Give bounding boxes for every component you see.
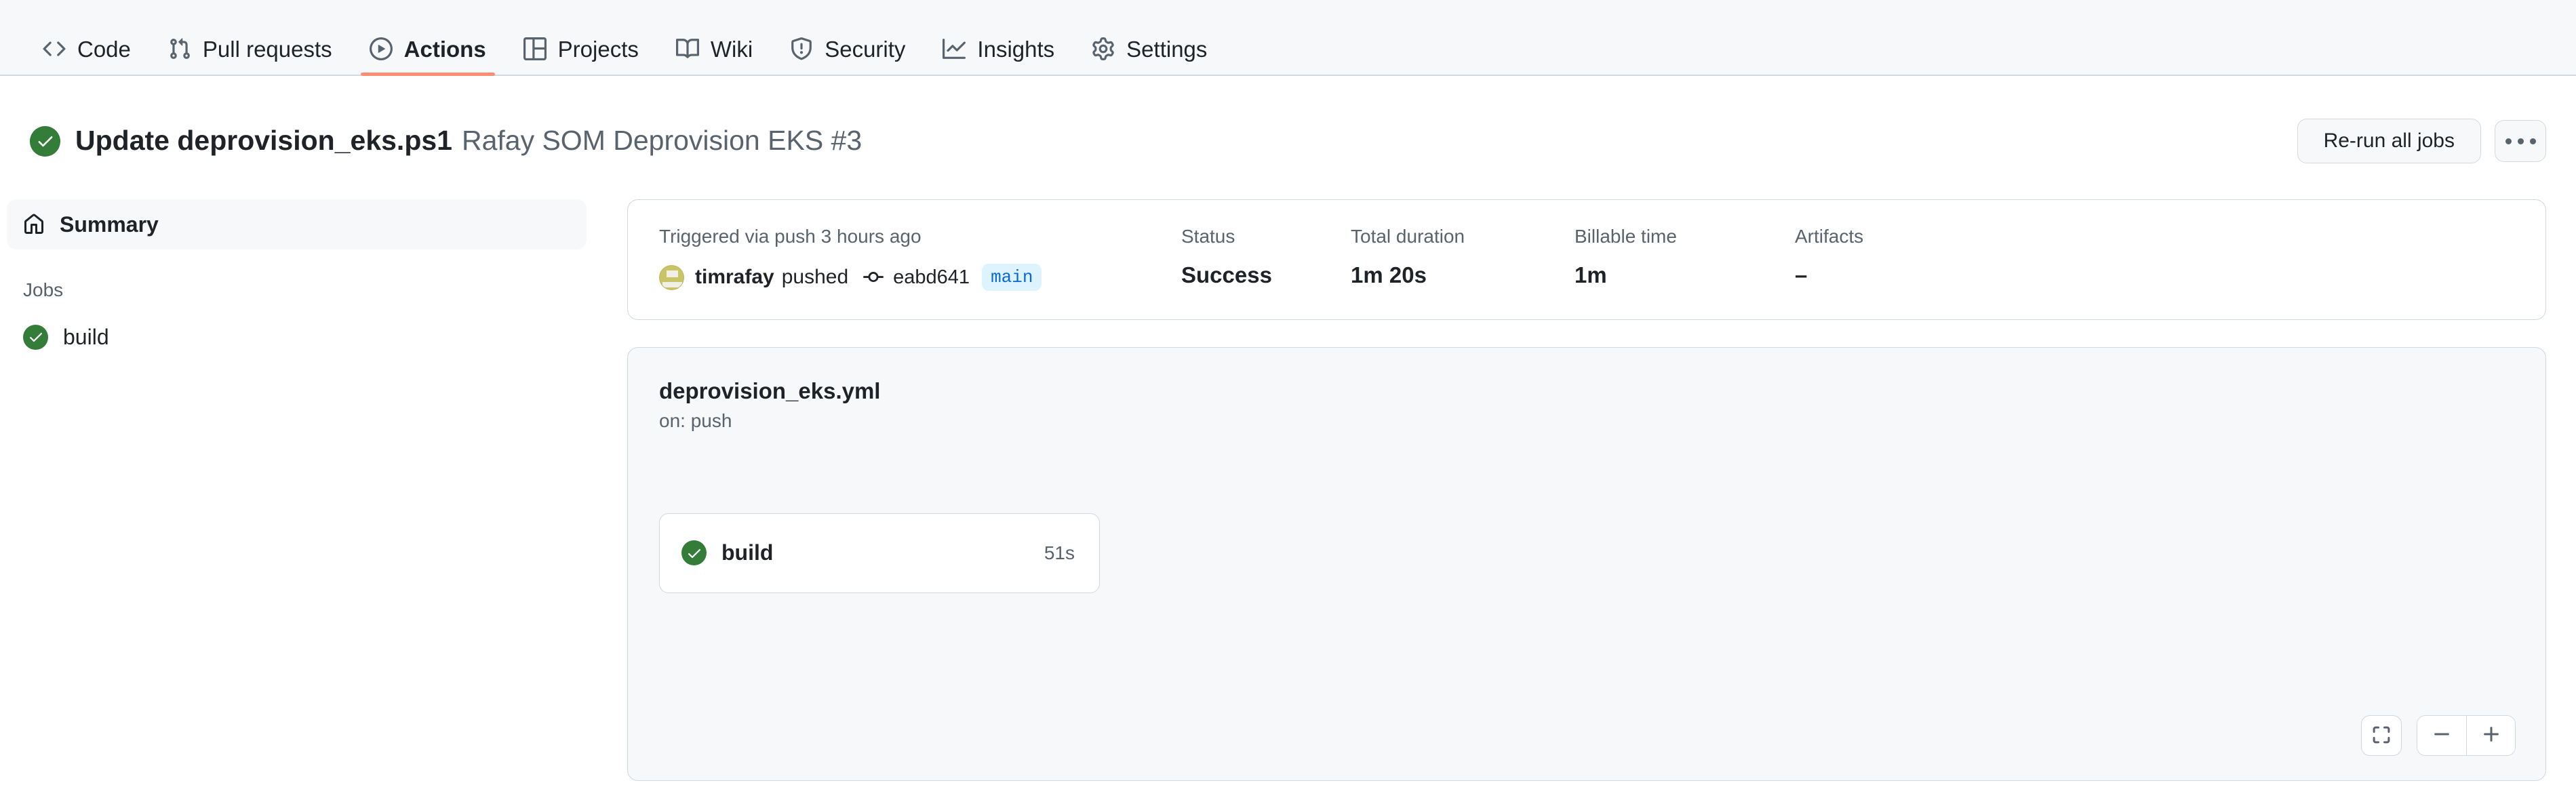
zoom-in-button[interactable] [2466, 716, 2515, 756]
sidebar-job-label: build [63, 324, 109, 349]
run-subtitle: Rafay SOM Deprovision EKS #3 [461, 125, 863, 157]
nav-item-pull-requests[interactable]: Pull requests [155, 37, 345, 75]
total-duration-column: Total duration 1m 20s [1351, 226, 1574, 288]
artifacts-column: Artifacts – [1795, 226, 1864, 288]
nav-item-security[interactable]: Security [777, 37, 918, 75]
status-column: Status Success [1181, 226, 1351, 288]
play-circle-icon [369, 37, 393, 60]
nav-item-wiki[interactable]: Wiki [663, 37, 766, 75]
billable-time-value: 1m [1574, 262, 1607, 288]
commit-icon [863, 267, 884, 287]
run-main: Triggered via push 3 hours ago timrafay … [627, 194, 2546, 782]
zoom-out-button[interactable] [2417, 716, 2466, 756]
fullscreen-button[interactable] [2361, 715, 2402, 757]
nav-item-insights[interactable]: Insights [930, 37, 1067, 75]
avatar [659, 264, 684, 290]
page-body: Summary Jobs build Triggered via push 3 … [0, 194, 2576, 782]
shield-icon [790, 37, 813, 60]
status-value: Success [1181, 262, 1272, 288]
actor-name[interactable]: timrafay [695, 266, 774, 289]
sidebar-item-label: Summary [60, 212, 159, 237]
nav-item-label: Security [825, 36, 906, 62]
home-icon [23, 214, 45, 235]
code-icon [43, 37, 66, 60]
check-circle-icon [30, 125, 60, 157]
re-run-all-jobs-button[interactable]: Re-run all jobs [2297, 119, 2481, 164]
commit-sha[interactable]: eabd641 [893, 266, 970, 289]
nav-item-label: Projects [557, 36, 639, 62]
graph-icon [943, 37, 966, 60]
nav-item-label: Wiki [710, 36, 753, 62]
check-circle-icon [681, 540, 707, 566]
workflow-trigger: on: push [659, 409, 732, 431]
sidebar-item-summary[interactable]: Summary [7, 199, 587, 250]
artifacts-value: – [1795, 262, 1808, 288]
workflow-graph-card: deprovision_eks.yml on: push build 51s [627, 347, 2546, 782]
sidebar-job-build[interactable]: build [7, 312, 587, 362]
nav-item-settings[interactable]: Settings [1079, 37, 1220, 75]
branch-badge[interactable]: main [982, 264, 1042, 292]
fullscreen-icon [2371, 725, 2392, 747]
page-title: Update deprovision_eks.ps1 Rafay SOM Dep… [75, 124, 862, 157]
nav-item-label: Actions [403, 36, 486, 62]
graph-controls [2361, 715, 2516, 757]
action-verb: pushed [781, 266, 849, 289]
repo-nav: Code Pull requests Actions Projects Wiki [0, 0, 2576, 76]
status-label: Status [1181, 226, 1235, 247]
check-circle-icon [23, 324, 48, 350]
header-actions: Re-run all jobs [2297, 119, 2546, 164]
nav-item-projects[interactable]: Projects [511, 37, 652, 75]
run-title: Update deprovision_eks.ps1 [75, 125, 452, 157]
artifacts-label: Artifacts [1795, 226, 1864, 247]
graph-node-build[interactable]: build 51s [659, 512, 1100, 593]
billable-time-column: Billable time 1m [1574, 226, 1795, 288]
nav-item-code[interactable]: Code [30, 37, 144, 75]
nav-item-label: Code [77, 36, 131, 62]
graph-node-duration: 51s [1044, 542, 1075, 563]
plus-icon [2481, 724, 2501, 748]
trigger-text: Triggered via push 3 hours ago [659, 226, 922, 247]
nav-item-actions[interactable]: Actions [357, 36, 499, 76]
nav-item-label: Insights [977, 36, 1055, 62]
nav-item-label: Settings [1126, 36, 1208, 62]
run-summary-card: Triggered via push 3 hours ago timrafay … [627, 199, 2546, 321]
billable-time-label: Billable time [1574, 226, 1677, 247]
project-table-icon [523, 37, 547, 60]
nav-item-label: Pull requests [202, 36, 332, 62]
book-icon [675, 37, 699, 60]
zoom-control-group [2417, 715, 2516, 757]
page-header: Update deprovision_eks.ps1 Rafay SOM Dep… [0, 76, 2576, 194]
gear-icon [1092, 37, 1115, 60]
trigger-actor-line: timrafay pushed eabd641 main [659, 264, 1181, 292]
sidebar-jobs-heading: Jobs [23, 279, 64, 301]
total-duration-label: Total duration [1351, 226, 1465, 247]
more-options-button[interactable] [2495, 120, 2546, 163]
kebab-icon [2505, 138, 2536, 144]
minus-icon [2432, 724, 2452, 748]
run-sidebar: Summary Jobs build [0, 194, 627, 362]
workflow-file-name: deprovision_eks.yml [659, 378, 881, 404]
graph-node-label: build [721, 540, 774, 565]
total-duration-value: 1m 20s [1351, 262, 1427, 288]
pull-request-icon [168, 37, 191, 60]
trigger-column: Triggered via push 3 hours ago timrafay … [659, 226, 1181, 292]
repo-nav-list: Code Pull requests Actions Projects Wiki [30, 36, 1231, 76]
